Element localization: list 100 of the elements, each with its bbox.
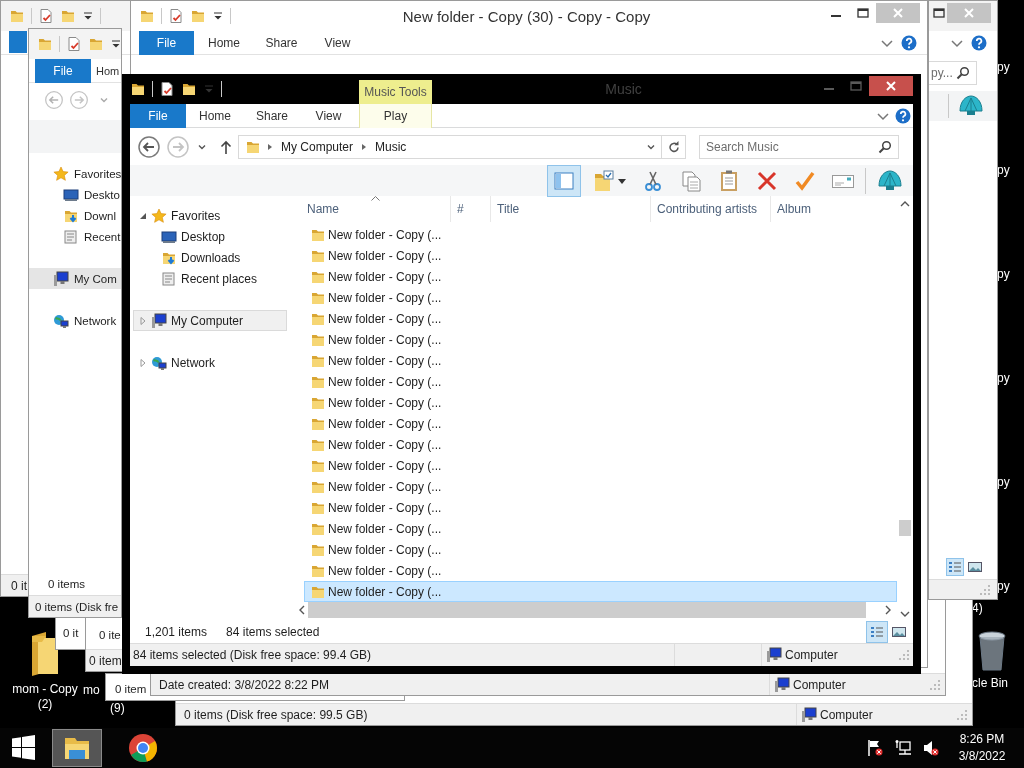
scroll-up-icon[interactable] [900, 200, 910, 208]
ribbon-tab[interactable]: Hom [91, 59, 121, 83]
column-header[interactable]: # [450, 196, 490, 222]
search-field[interactable]: py... [929, 61, 977, 85]
nav-item[interactable]: Network [133, 352, 287, 373]
monitor-icon [161, 228, 177, 245]
trash-can-icon[interactable] [977, 630, 1007, 672]
scroll-right-icon[interactable] [884, 605, 892, 615]
maximize-icon [932, 7, 945, 19]
item-count: 0 ite [99, 629, 121, 641]
location-text: Computer [793, 677, 846, 692]
document-check-icon[interactable] [38, 8, 54, 24]
details-view-icon[interactable] [947, 559, 963, 575]
file-row[interactable]: New folder - Copy (... [304, 266, 897, 287]
column-header[interactable]: Album [770, 196, 898, 222]
file-row[interactable]: New folder - Copy (... [304, 224, 897, 245]
folder-icon[interactable] [130, 81, 146, 97]
scroll-left-icon[interactable] [298, 605, 306, 615]
picture-view-icon[interactable] [967, 559, 983, 575]
file-row[interactable]: New folder - Copy (... [304, 329, 897, 350]
network-icon [53, 312, 69, 329]
file-row[interactable]: New folder - Copy (... [304, 581, 897, 602]
column-header[interactable]: Contributing artists [650, 196, 770, 222]
breadcrumb[interactable]: My Computer [279, 139, 356, 154]
network-icon[interactable] [894, 739, 912, 757]
ribbon-tab[interactable]: Home [194, 30, 254, 55]
icon-label: cle Bin [971, 676, 1010, 691]
folder-icon[interactable] [181, 81, 197, 97]
search-field[interactable]: Search Music [699, 134, 899, 159]
file-row[interactable]: New folder - Copy (... [304, 371, 897, 392]
nav-item[interactable]: My Computer [133, 310, 287, 331]
flag-icon[interactable] [866, 739, 884, 757]
nav-item[interactable]: Downl [29, 205, 121, 226]
close-button[interactable] [869, 76, 913, 96]
icon-label: (9) [110, 701, 125, 715]
nav-item[interactable]: Network [29, 310, 121, 331]
document-check-icon[interactable] [159, 81, 175, 97]
back-button[interactable] [137, 134, 161, 159]
collapsed-arrow-icon[interactable] [139, 358, 147, 367]
scrollbar-thumb[interactable] [899, 520, 911, 536]
up-arrow-icon[interactable] [218, 138, 234, 155]
ribbon-tab[interactable]: Play [359, 103, 432, 128]
column-header[interactable]: Name [300, 196, 450, 222]
nav-item[interactable]: Downloads [133, 247, 287, 268]
file-row[interactable]: New folder - Copy (... [304, 476, 897, 497]
icon-label: py [997, 267, 1010, 281]
ribbon-tab[interactable]: File [35, 59, 91, 83]
icon-label: mom - Copy (2) [11, 682, 79, 712]
star-icon [151, 207, 167, 224]
scroll-down-icon[interactable] [900, 610, 910, 618]
breadcrumb[interactable]: Music [373, 139, 409, 154]
help-icon[interactable] [895, 107, 911, 124]
speaker-icon[interactable] [922, 739, 940, 757]
selection-count: 84 items selected [226, 624, 320, 639]
file-row[interactable]: New folder - Copy (... [304, 434, 897, 455]
item-count: 1,201 items [145, 624, 208, 639]
document-check-icon[interactable] [168, 8, 184, 24]
status-text: 0 items (Disk fre [35, 600, 119, 613]
document-check-icon[interactable] [66, 36, 82, 52]
file-row[interactable]: New folder - Copy (... [304, 287, 897, 308]
view-button[interactable] [866, 620, 888, 643]
file-row[interactable]: New folder - Copy (... [304, 413, 897, 434]
file-row[interactable]: New folder - Copy (... [304, 350, 897, 371]
nav-item[interactable]: Favorites [29, 163, 121, 184]
ribbon-tab[interactable]: View [300, 103, 357, 128]
nav-item[interactable]: My Com [29, 268, 121, 289]
address-bar[interactable]: My Computer Music [238, 134, 662, 159]
nav-item[interactable]: Desktop [133, 226, 287, 247]
item-count: 0 it [63, 627, 79, 639]
file-row[interactable]: New folder - Copy (... [304, 539, 897, 560]
file-row[interactable]: New folder - Copy (... [304, 518, 897, 539]
status-text: 0 it [11, 578, 27, 593]
minimize-icon [823, 88, 834, 90]
ribbon-tab[interactable]: View [309, 30, 366, 55]
close-icon [885, 80, 897, 92]
ribbon-tab[interactable]: Share [244, 103, 300, 128]
icon-label: 4) [972, 601, 983, 615]
nav-item[interactable]: Deskto [29, 184, 121, 205]
refresh-button[interactable] [661, 134, 686, 159]
ribbon-tab[interactable]: Home [186, 103, 244, 128]
column-header[interactable]: Title [490, 196, 650, 222]
file-row[interactable]: New folder - Copy (... [304, 560, 897, 581]
file-row[interactable]: New folder - Copy (... [304, 497, 897, 518]
expanded-arrow-icon[interactable] [139, 211, 147, 220]
help-icon[interactable] [971, 35, 987, 51]
nav-item[interactable]: Recent places [133, 268, 287, 289]
start-button[interactable] [10, 734, 38, 762]
resize-grip-icon [929, 678, 941, 691]
file-row[interactable]: New folder - Copy (... [304, 392, 897, 413]
breadcrumb-arrow-icon[interactable] [266, 142, 274, 151]
file-row[interactable]: New folder - Copy (... [304, 245, 897, 266]
ribbon-tab[interactable]: File [130, 103, 186, 128]
file-row[interactable]: New folder - Copy (... [304, 455, 897, 476]
resize-grip-icon [979, 583, 991, 596]
icon-label: py [997, 579, 1010, 593]
help-icon[interactable] [901, 34, 917, 51]
nav-item[interactable]: Favorites [133, 205, 287, 226]
file-row[interactable]: New folder - Copy (... [304, 308, 897, 329]
nav-item[interactable]: Recent [29, 226, 121, 247]
ribbon-tab[interactable]: Share [254, 30, 309, 55]
